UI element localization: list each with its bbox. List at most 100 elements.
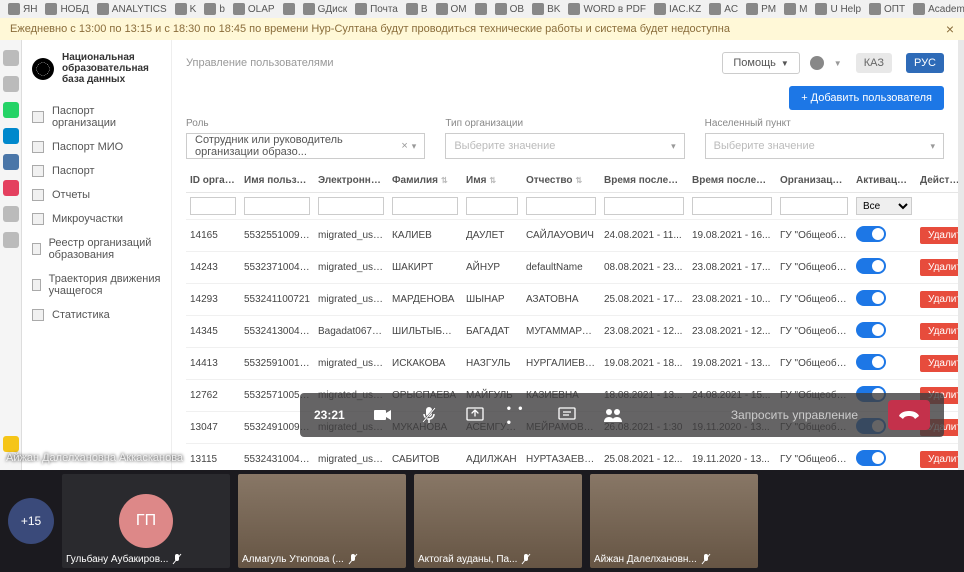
sidebar-item[interactable]: Микроучастки	[22, 207, 171, 231]
request-control-button[interactable]: Запросить управление	[731, 408, 858, 422]
bookmark-item[interactable]: K	[173, 3, 199, 15]
bookmark-item[interactable]: BK	[530, 3, 562, 15]
participant-tile[interactable]: ГПГульбану Аубакиров...	[62, 474, 230, 568]
participants-icon[interactable]	[599, 401, 627, 429]
orgtype-select[interactable]: Выберите значение	[445, 133, 684, 159]
delete-button[interactable]: Удалить	[920, 451, 958, 468]
vk-icon[interactable]	[3, 154, 19, 170]
column-header[interactable]: Фамилия⇅	[388, 169, 462, 193]
bookmark-item[interactable]: IAC.KZ	[652, 3, 703, 15]
bookmark-item[interactable]: Academia	[911, 3, 964, 15]
activation-toggle[interactable]	[856, 354, 886, 370]
camera-icon[interactable]	[369, 401, 397, 429]
lang-kaz-button[interactable]: КАЗ	[856, 53, 892, 73]
locality-select[interactable]: Выберите значение	[705, 133, 944, 159]
user-menu-icon[interactable]	[810, 56, 824, 70]
cell: БАГАДАТ	[462, 316, 522, 348]
bookmark-item[interactable]: Почта	[353, 3, 400, 15]
delete-button[interactable]: Удалить	[920, 323, 958, 340]
sidebar-item[interactable]: Траектория движения учащегося	[22, 267, 171, 303]
column-header[interactable]: Организация⇅	[776, 169, 852, 193]
sidebar-item[interactable]: Паспорт организации	[22, 99, 171, 135]
activation-toggle[interactable]	[856, 226, 886, 242]
column-filter-input[interactable]	[318, 197, 384, 215]
bookmark-item[interactable]: AC	[707, 3, 740, 15]
column-header[interactable]: Имя⇅	[462, 169, 522, 193]
bookmark-item[interactable]: U Help	[813, 3, 863, 15]
lightbulb-icon[interactable]	[3, 436, 19, 452]
sidebar-item[interactable]: Отчеты	[22, 183, 171, 207]
bookmark-item[interactable]: WORD в PDF	[566, 3, 648, 15]
bookmark-item[interactable]: НОБД	[43, 3, 90, 15]
column-header[interactable]: Действие⇅	[916, 169, 958, 193]
whatsapp-icon[interactable]	[3, 102, 19, 118]
sidebar-item[interactable]: Статистика	[22, 303, 171, 327]
notice-close-icon[interactable]: ×	[946, 21, 954, 37]
bookmark-item[interactable]: OLAP	[231, 3, 277, 15]
column-filter-input[interactable]	[604, 197, 684, 215]
bookmark-item[interactable]: PM	[744, 3, 778, 15]
share-screen-icon[interactable]	[461, 401, 489, 429]
add-user-button[interactable]: + Добавить пользователя	[789, 86, 944, 110]
sidebar-item[interactable]: Паспорт	[22, 159, 171, 183]
column-filter-input[interactable]	[692, 197, 772, 215]
participant-tile[interactable]: Актогай ауданы, Па...	[414, 474, 582, 568]
participant-tile[interactable]: Айжан Далелхановн...	[590, 474, 758, 568]
column-filter-input[interactable]	[190, 197, 236, 215]
clear-icon[interactable]: ×	[401, 140, 407, 152]
column-header[interactable]: ID организации⇅	[186, 169, 240, 193]
delete-button[interactable]: Удалить	[920, 259, 958, 276]
activation-filter[interactable]: Все	[856, 197, 912, 215]
column-header[interactable]: Время последн⇅	[600, 169, 688, 193]
role-label: Роль	[186, 118, 425, 129]
column-filter-input[interactable]	[466, 197, 518, 215]
column-header[interactable]: Электронная по⇅	[314, 169, 388, 193]
bookmark-item[interactable]: ANALYTICS	[95, 3, 169, 15]
rail-icon[interactable]	[3, 232, 19, 248]
column-filter-input[interactable]	[526, 197, 596, 215]
delete-button[interactable]: Удалить	[920, 291, 958, 308]
chat-icon[interactable]	[553, 401, 581, 429]
bookmark-item[interactable]: OM	[434, 3, 469, 15]
activation-toggle[interactable]	[856, 322, 886, 338]
overflow-count[interactable]: +15	[8, 498, 54, 544]
column-header[interactable]: Отчество⇅	[522, 169, 600, 193]
bookmark-item[interactable]: B	[404, 3, 430, 15]
bookmark-item[interactable]: b	[202, 3, 227, 15]
bookmark-item[interactable]	[281, 3, 297, 15]
column-header[interactable]: Имя пользоват⇅	[240, 169, 314, 193]
column-header[interactable]: Активация/деак⇅	[852, 169, 916, 193]
telegram-icon[interactable]	[3, 128, 19, 144]
sidebar-item-label: Траектория движения учащегося	[49, 273, 161, 297]
bookmark-item[interactable]: ОПТ	[867, 3, 907, 15]
mic-muted-icon[interactable]	[415, 401, 443, 429]
bookmark-item[interactable]: OB	[493, 3, 526, 15]
rail-icon[interactable]	[3, 76, 19, 92]
rail-icon[interactable]	[3, 206, 19, 222]
role-select[interactable]: Сотрудник или руководитель организации о…	[186, 133, 425, 159]
delete-button[interactable]: Удалить	[920, 227, 958, 244]
column-header[interactable]: Время последн⇅	[688, 169, 776, 193]
bookmark-bar: ЯН НОБД ANALYTICS Kb OLAP GДискПочта B OM OB BK WO…	[0, 0, 964, 18]
column-filter-input[interactable]	[780, 197, 848, 215]
bookmark-item[interactable]: GДиск	[301, 3, 350, 15]
column-filter-input[interactable]	[244, 197, 310, 215]
activation-toggle[interactable]	[856, 258, 886, 274]
delete-button[interactable]: Удалить	[920, 355, 958, 372]
help-button[interactable]: Помощь▼	[722, 52, 799, 74]
sidebar-item[interactable]: Паспорт МИО	[22, 135, 171, 159]
bookmark-item[interactable]	[473, 3, 489, 15]
sidebar-item[interactable]: Реестр организаций образования	[22, 231, 171, 267]
column-filter-input[interactable]	[392, 197, 458, 215]
participant-tile[interactable]: Алмагуль Утюпова (...	[238, 474, 406, 568]
hang-up-button[interactable]	[888, 400, 930, 430]
lang-rus-button[interactable]: РУС	[906, 53, 944, 73]
rail-icon[interactable]	[3, 50, 19, 66]
bookmark-item[interactable]: M	[782, 3, 809, 15]
activation-toggle[interactable]	[856, 450, 886, 466]
instagram-icon[interactable]	[3, 180, 19, 196]
more-icon[interactable]: • • •	[507, 401, 535, 429]
bookmark-item[interactable]: ЯН	[6, 3, 39, 15]
sidebar-item-label: Микроучастки	[52, 213, 123, 225]
activation-toggle[interactable]	[856, 290, 886, 306]
